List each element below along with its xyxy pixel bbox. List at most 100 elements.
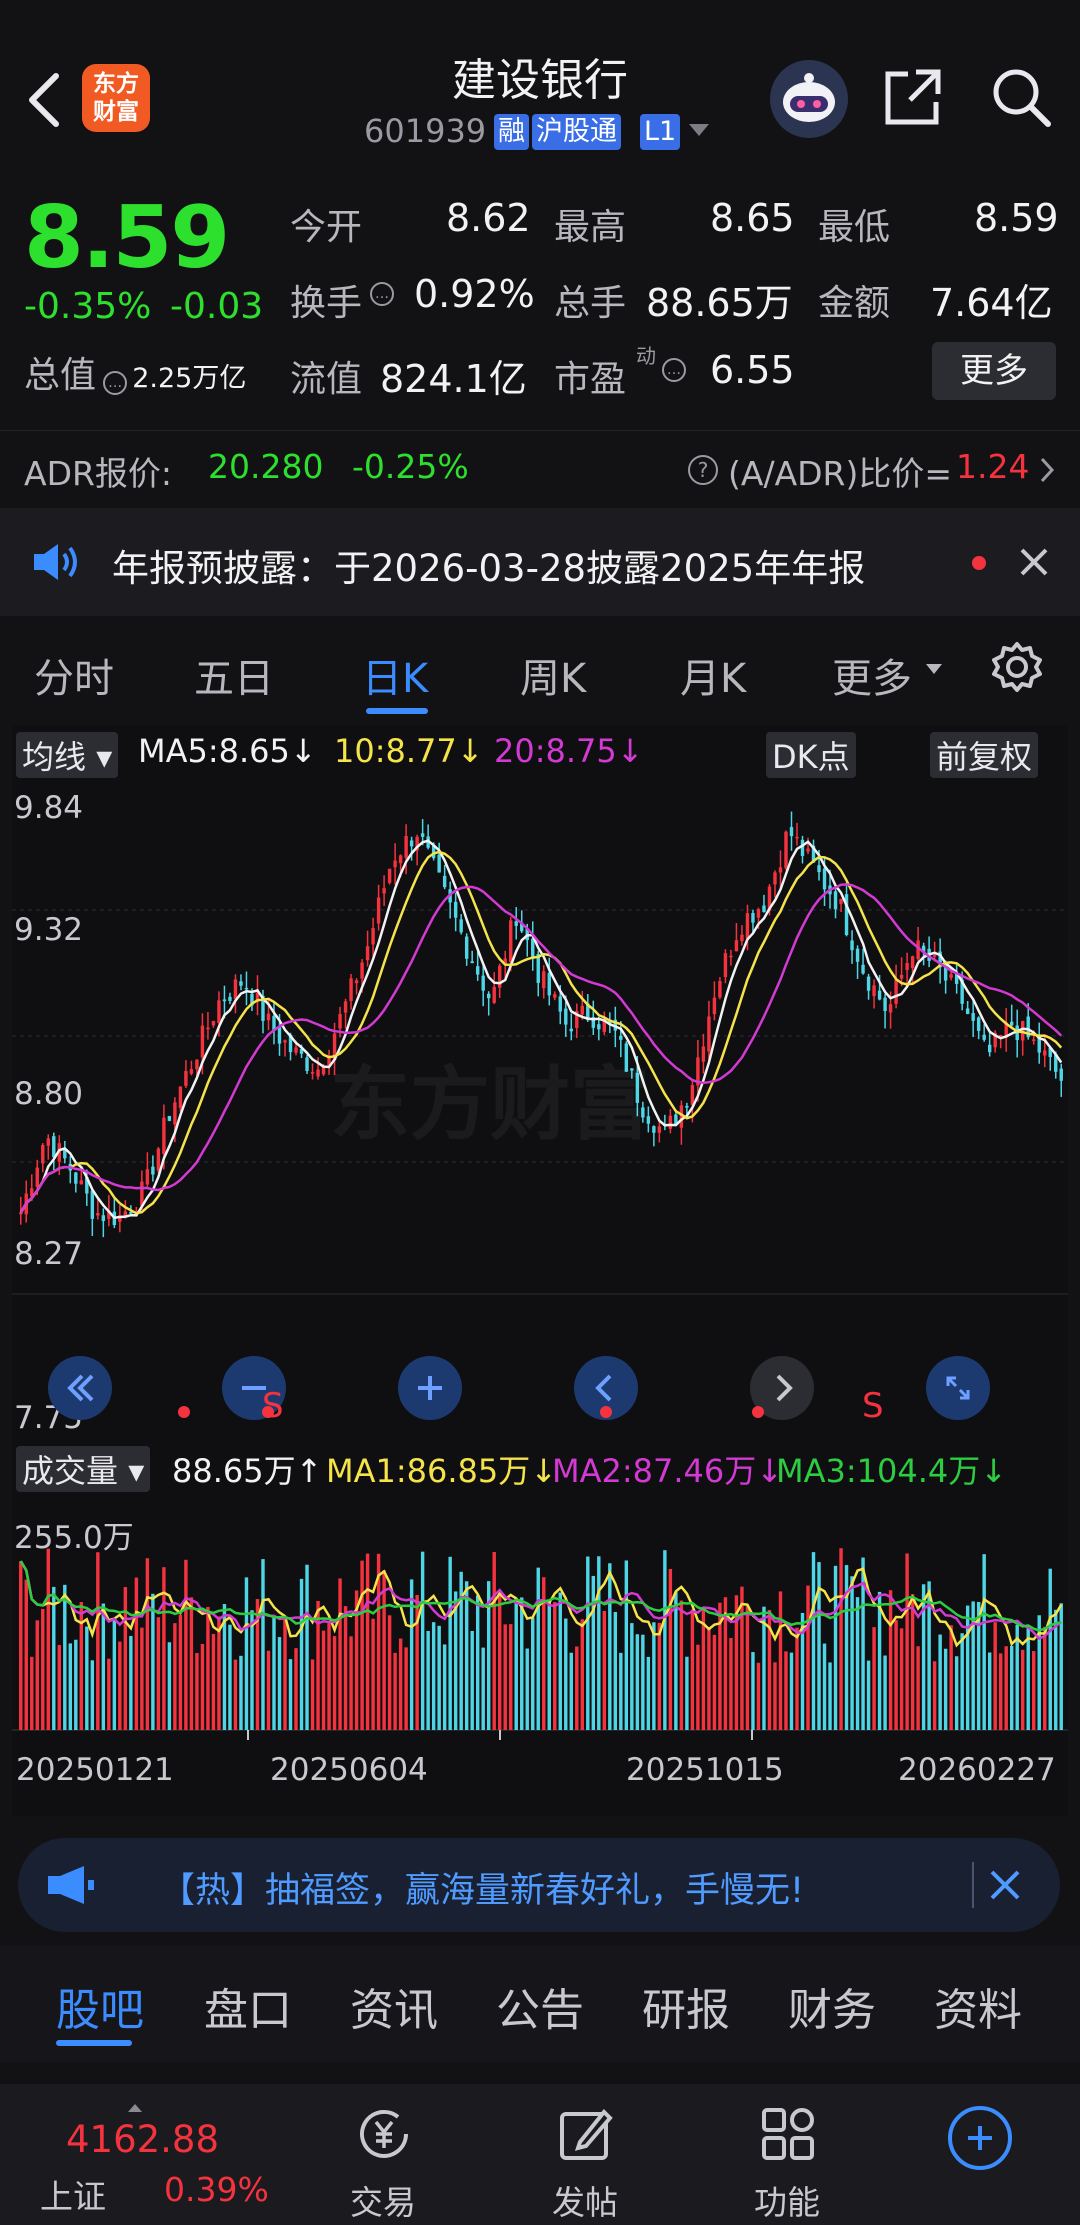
- volume-bar: [41, 1609, 45, 1730]
- adjust-button[interactable]: 前复权: [930, 732, 1039, 778]
- edit-icon: [560, 2109, 613, 2160]
- candle-body: [982, 1034, 986, 1040]
- info-icon: …: [103, 370, 128, 395]
- close-icon[interactable]: [1016, 544, 1052, 580]
- volume-bar: [310, 1659, 315, 1730]
- volume-bar: [299, 1578, 304, 1730]
- candle-body: [486, 993, 491, 999]
- candle-body: [542, 971, 546, 989]
- share-icon[interactable]: [880, 64, 946, 130]
- tab-financials[interactable]: 财务: [788, 1974, 876, 2038]
- tab-order-book[interactable]: 盘口: [204, 1974, 292, 2038]
- signal-dot: [178, 1406, 190, 1418]
- volume-bar: [475, 1595, 480, 1730]
- volume-indicator-toggle[interactable]: 成交量 ▾: [16, 1446, 151, 1492]
- post-button[interactable]: 发帖: [538, 2104, 634, 2222]
- volume-bar: [894, 1620, 898, 1730]
- tab-daily-k[interactable]: 日K: [362, 646, 428, 704]
- announcement-bar[interactable]: 年报预披露：于2026-03-28披露2025年年报: [0, 508, 1080, 616]
- kline-chart-svg[interactable]: [12, 726, 1068, 1816]
- volume-bar: [409, 1579, 414, 1730]
- candle-body: [778, 867, 783, 873]
- ma20-legend: 20:8.75↓: [494, 732, 644, 770]
- volume-bar: [404, 1647, 408, 1730]
- volume-bar: [982, 1554, 986, 1730]
- volume-bar: [756, 1662, 761, 1730]
- candle-body: [233, 979, 238, 1000]
- volume-bar: [118, 1641, 122, 1730]
- volume-bar: [266, 1650, 271, 1730]
- volume-bar: [129, 1635, 133, 1730]
- candle-body: [707, 1016, 711, 1052]
- volume-bar: [239, 1655, 243, 1730]
- tab-weekly-k[interactable]: 周K: [520, 646, 586, 704]
- search-icon[interactable]: [988, 64, 1054, 130]
- tab-five-day[interactable]: 五日: [194, 646, 274, 704]
- back-arrow-icon[interactable]: [22, 70, 66, 130]
- candle-body: [685, 1105, 689, 1108]
- candle-body: [861, 964, 865, 974]
- market-cap-field[interactable]: 总值 … 2.25万亿: [24, 346, 246, 398]
- eastmoney-logo[interactable]: 东方 财富: [82, 64, 150, 132]
- last-price: 8.59: [24, 188, 230, 288]
- tab-guba[interactable]: 股吧: [56, 1974, 144, 2038]
- functions-label: 功能: [754, 2183, 820, 2222]
- gear-icon[interactable]: [990, 640, 1044, 694]
- volume-bar: [294, 1648, 298, 1730]
- more-button[interactable]: 更多: [932, 342, 1056, 400]
- volume-bar: [553, 1602, 557, 1730]
- pe-value: 6.55: [710, 348, 795, 392]
- candle-body: [173, 1102, 177, 1125]
- ai-robot-avatar-icon[interactable]: [770, 60, 848, 138]
- amount-value: 7.64亿: [930, 281, 1053, 325]
- candle-body: [189, 1069, 194, 1074]
- ma10-line: [19, 850, 1063, 1215]
- candle-body: [894, 979, 898, 1004]
- tab-news[interactable]: 资讯: [350, 1974, 438, 2038]
- volume-bar: [437, 1625, 441, 1730]
- close-icon[interactable]: [986, 1866, 1024, 1904]
- volume-bar: [393, 1652, 397, 1730]
- candle-body: [349, 978, 353, 1002]
- ma-toggle-button[interactable]: 均线 ▾: [16, 732, 119, 778]
- adr-row[interactable]: ADR报价: 20.280 -0.25% ? (A/ADR)比价= 1.24: [0, 430, 1080, 507]
- signal-dot: [600, 1406, 612, 1418]
- chevron-down-icon[interactable]: [689, 124, 709, 136]
- divider: [972, 1862, 974, 1908]
- functions-button[interactable]: 功能: [740, 2104, 836, 2222]
- y-axis-label: 9.32: [14, 912, 84, 948]
- kline-chart-panel[interactable]: [12, 726, 1068, 1816]
- fullscreen-button[interactable]: [926, 1356, 990, 1420]
- trade-button[interactable]: 交易: [336, 2104, 432, 2222]
- chevron-up-icon: [128, 2104, 142, 2112]
- tab-research[interactable]: 研报: [642, 1974, 730, 2038]
- volume-bar: [46, 1548, 50, 1730]
- tab-monthly-k[interactable]: 月K: [680, 646, 746, 704]
- tab-announcements[interactable]: 公告: [496, 1974, 584, 2038]
- candle-body: [365, 946, 370, 961]
- candle-body: [910, 956, 915, 969]
- dk-point-button[interactable]: DK点: [766, 732, 856, 778]
- volume-bar: [630, 1623, 634, 1730]
- candle-body: [371, 927, 375, 945]
- tab-profile[interactable]: 资料: [934, 1974, 1022, 2038]
- volume-bar: [910, 1594, 915, 1730]
- volume-bar: [789, 1652, 794, 1730]
- help-icon[interactable]: ?: [688, 455, 718, 485]
- candle-body: [833, 891, 838, 910]
- candle-body: [470, 961, 474, 964]
- volume-bar: [883, 1655, 887, 1730]
- volume-bar: [690, 1609, 695, 1730]
- volume-bar: [822, 1643, 827, 1730]
- unread-dot: [972, 556, 986, 570]
- volume-bar: [685, 1656, 689, 1730]
- tab-intraday[interactable]: 分时: [34, 646, 114, 704]
- tab-more[interactable]: 更多: [832, 646, 912, 704]
- promo-banner[interactable]: 【热】抽福签，赢海量新春好礼，手慢无!: [18, 1838, 1060, 1932]
- zoom-in-button[interactable]: [398, 1356, 462, 1420]
- scroll-left-fast-button[interactable]: [48, 1356, 112, 1420]
- candle-body: [393, 860, 397, 868]
- add-watchlist-button[interactable]: [948, 2106, 1012, 2170]
- volume-bar: [156, 1617, 161, 1730]
- stock-code[interactable]: 601939: [364, 112, 486, 150]
